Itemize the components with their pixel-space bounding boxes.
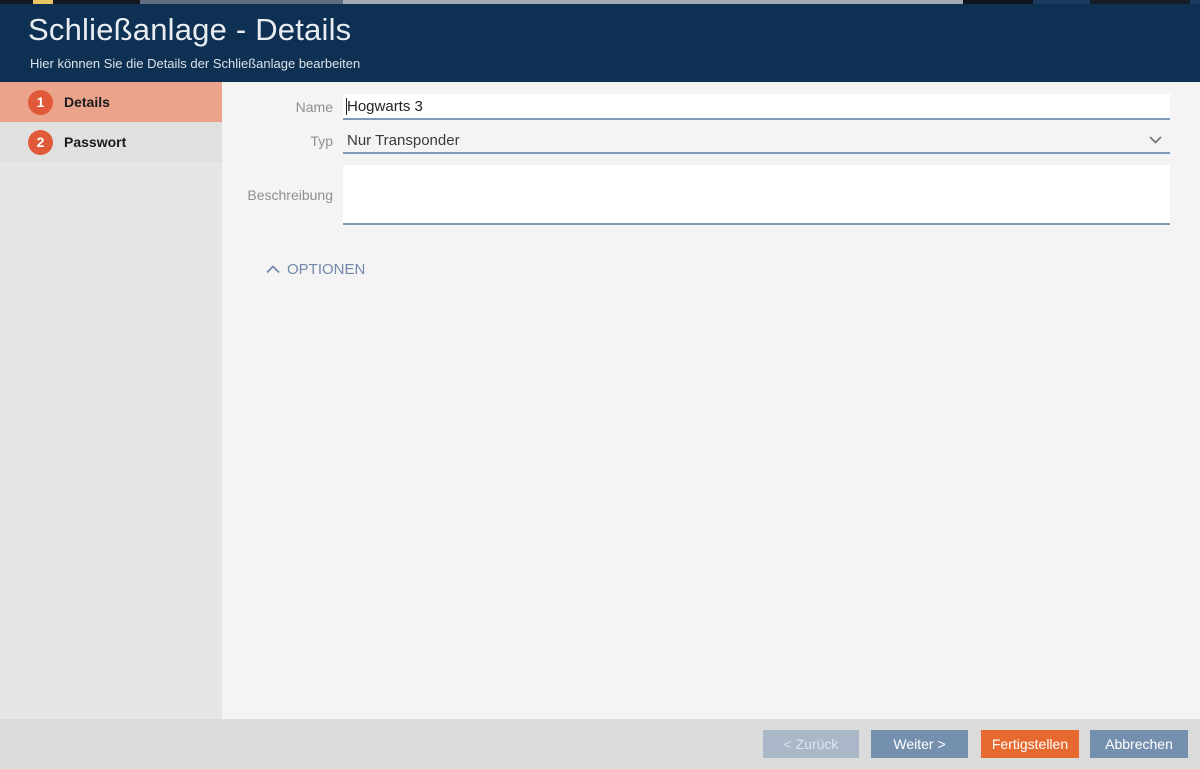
- main-area: 1 Details 2 Passwort Name Typ Nur Tra: [0, 82, 1200, 719]
- chevron-down-icon: [1149, 136, 1162, 144]
- typ-select[interactable]: Nur Transponder: [343, 128, 1170, 154]
- next-button[interactable]: Weiter >: [871, 730, 968, 758]
- optionen-label: OPTIONEN: [287, 261, 365, 278]
- text-caret: [346, 98, 347, 115]
- beschreibung-row: Beschreibung: [222, 165, 1170, 225]
- dialog-header: Schließanlage - Details Hier können Sie …: [0, 4, 1200, 82]
- chevron-up-icon: [266, 265, 280, 274]
- optionen-toggle[interactable]: OPTIONEN: [266, 261, 365, 278]
- button-bar: < Zurück Weiter > Fertigstellen Abbreche…: [0, 719, 1200, 769]
- back-button[interactable]: < Zurück: [763, 730, 859, 758]
- page-title: Schließanlage - Details: [28, 12, 351, 48]
- wizard-dialog: Schließanlage - Details Hier können Sie …: [0, 0, 1200, 769]
- name-field-wrap: [343, 94, 1170, 120]
- typ-label: Typ: [222, 133, 343, 149]
- step-item-details[interactable]: 1 Details: [0, 82, 222, 122]
- typ-selected-value: Nur Transponder: [347, 132, 460, 149]
- typ-row: Typ Nur Transponder: [222, 128, 1170, 154]
- beschreibung-textarea[interactable]: [343, 165, 1170, 225]
- name-label: Name: [222, 99, 343, 115]
- step-item-passwort[interactable]: 2 Passwort: [0, 122, 222, 162]
- step-sidebar: 1 Details 2 Passwort: [0, 82, 222, 719]
- beschreibung-label: Beschreibung: [222, 187, 343, 203]
- name-row: Name: [222, 94, 1170, 120]
- step-label: Passwort: [64, 134, 126, 150]
- step-number-badge: 2: [28, 130, 53, 155]
- cancel-button[interactable]: Abbrechen: [1090, 730, 1188, 758]
- beschreibung-field-wrap: [343, 165, 1170, 225]
- page-subtitle: Hier können Sie die Details der Schließa…: [30, 56, 360, 71]
- finish-button[interactable]: Fertigstellen: [981, 730, 1079, 758]
- step-label: Details: [64, 94, 110, 110]
- name-input[interactable]: [343, 94, 1170, 120]
- step-number-badge: 1: [28, 90, 53, 115]
- details-form: Name Typ Nur Transponder Beschreibung: [222, 82, 1200, 719]
